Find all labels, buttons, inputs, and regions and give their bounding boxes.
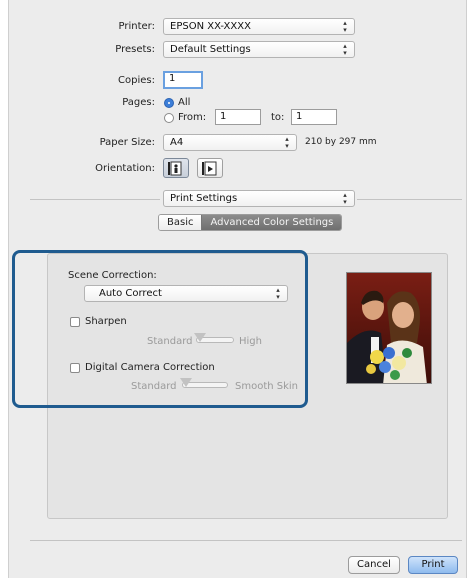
printer-value: EPSON XX-XXXX — [170, 21, 251, 32]
sharpen-label: Sharpen — [85, 316, 127, 327]
presets-label: Presets: — [115, 44, 155, 55]
tab-advanced-color-settings[interactable]: Advanced Color Settings — [201, 215, 342, 230]
digital-camera-correction-checkbox[interactable] — [70, 363, 80, 373]
pages-to-input[interactable]: 1 — [291, 109, 337, 125]
copies-input[interactable]: 1 — [163, 71, 203, 89]
printer-popup[interactable]: EPSON XX-XXXX ▴ ▾ — [163, 18, 355, 35]
paper-size-label: Paper Size: — [99, 137, 155, 148]
section-popup[interactable]: Print Settings ▴ ▾ — [163, 190, 355, 207]
scene-correction-value: Auto Correct — [99, 288, 162, 299]
presets-value: Default Settings — [170, 44, 251, 55]
paper-size-value: A4 — [170, 137, 184, 148]
sharpen-checkbox[interactable] — [70, 317, 80, 327]
copies-label: Copies: — [118, 75, 155, 86]
popup-arrows-icon: ▴ ▾ — [343, 42, 347, 57]
digital-camera-max-label: Smooth Skin — [235, 381, 299, 392]
portrait-icon — [168, 161, 182, 176]
digital-camera-min-label: Standard — [131, 381, 177, 392]
orientation-label: Orientation: — [95, 163, 155, 174]
pages-all-radio[interactable] — [164, 98, 174, 108]
scene-correction-popup[interactable]: Auto Correct ▴ ▾ — [84, 285, 288, 302]
print-button[interactable]: Print — [408, 556, 458, 574]
pages-label: Pages: — [122, 97, 155, 108]
pages-from-radio[interactable] — [164, 113, 174, 123]
printer-label: Printer: — [118, 21, 155, 32]
presets-popup[interactable]: Default Settings ▴ ▾ — [163, 41, 355, 58]
pages-from-label: From: — [178, 112, 207, 123]
tab-basic[interactable]: Basic — [159, 215, 202, 230]
sharpen-max-label: High — [239, 336, 262, 347]
couple-with-flowers-image — [347, 273, 431, 383]
cancel-button[interactable]: Cancel — [348, 556, 400, 574]
pages-from-input[interactable]: 1 — [215, 109, 261, 125]
divider-left — [30, 199, 160, 200]
section-popup-value: Print Settings — [170, 193, 238, 204]
sharpen-slider-thumb[interactable] — [194, 333, 206, 342]
digital-camera-correction-label: Digital Camera Correction — [85, 362, 215, 373]
sharpen-min-label: Standard — [147, 336, 193, 347]
scene-correction-label: Scene Correction: — [68, 270, 157, 281]
popup-arrows-icon: ▴ ▾ — [343, 191, 347, 206]
popup-arrows-icon: ▴ ▾ — [276, 286, 280, 301]
preview-photo — [346, 272, 432, 384]
landscape-orientation-button[interactable] — [197, 158, 223, 178]
paper-size-popup[interactable]: A4 ▴ ▾ — [163, 134, 297, 151]
popup-arrows-icon: ▴ ▾ — [285, 135, 289, 150]
portrait-orientation-button[interactable] — [163, 158, 189, 178]
settings-tabs: Basic Advanced Color Settings — [158, 214, 343, 231]
digital-camera-slider-thumb[interactable] — [180, 378, 192, 387]
bottom-divider — [30, 540, 462, 541]
popup-arrows-icon: ▴ ▾ — [343, 19, 347, 34]
landscape-icon — [202, 161, 217, 176]
pages-all-label: All — [178, 97, 191, 108]
paper-dimensions: 210 by 297 mm — [305, 137, 377, 147]
pages-to-label: to: — [271, 112, 285, 123]
divider-right — [357, 199, 462, 200]
